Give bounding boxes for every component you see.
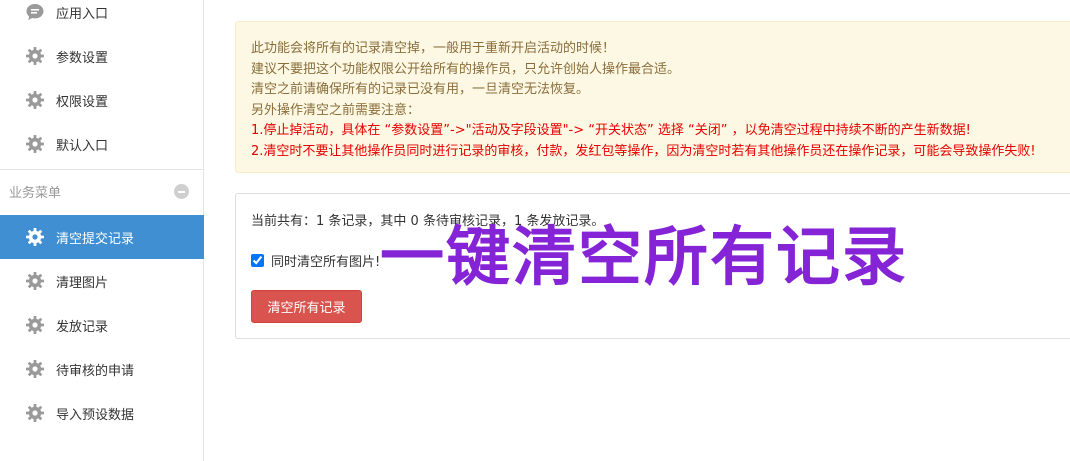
- notice-line: 此功能会将所有的记录清空掉，一般用于重新开启活动的时候！: [251, 41, 616, 56]
- overlay-title: 一键清空所有记录: [380, 221, 908, 295]
- sidebar-item-label: 清空提交记录: [56, 231, 135, 247]
- gear-icon: [24, 45, 46, 67]
- gear-icon: [24, 133, 46, 155]
- sidebar-item-label: 发放记录: [56, 319, 109, 335]
- sidebar-item-import-preset-data[interactable]: 导入预设数据: [0, 391, 204, 435]
- gear-icon: [24, 270, 46, 292]
- notice-warning: 2.清空时不要让其他操作员同时进行记录的审核，付款，发红包等操作，因为清空时若有…: [251, 143, 1036, 159]
- sidebar-item-label: 默认入口: [56, 138, 109, 154]
- notice-warning: 1.停止掉活动，具体在 “参数设置”->"活动及字段设置"-> “开关状态” 选…: [251, 123, 971, 138]
- sidebar-item-label: 应用入口: [56, 6, 109, 22]
- notice-line: 另外操作清空之前需要注意：: [251, 102, 421, 118]
- sidebar-item-parameter-settings[interactable]: 参数设置: [0, 34, 204, 78]
- sidebar-section-business-menu[interactable]: 业务菜单: [0, 169, 204, 213]
- clear-all-records-button[interactable]: 清空所有记录: [251, 290, 362, 323]
- sidebar-item-clear-submissions[interactable]: 清空提交记录: [0, 215, 204, 259]
- sidebar-item-pending-applications[interactable]: 待审核的申请: [0, 347, 204, 391]
- sidebar-item-label: 待审核的申请: [56, 363, 135, 379]
- sidebar-item-permission-settings[interactable]: 权限设置: [0, 78, 204, 122]
- sidebar-item-payout-records[interactable]: 发放记录: [0, 303, 204, 347]
- warning-notice: 此功能会将所有的记录清空掉，一般用于重新开启活动的时候！ 建议不要把这个功能权限…: [235, 21, 1070, 173]
- sidebar-item-label: 导入预设数据: [56, 407, 135, 423]
- notice-line: 清空之前请确保所有的记录已没有用，一旦清空无法恢复。: [251, 82, 590, 97]
- sidebar-item-default-entry[interactable]: 默认入口: [0, 122, 204, 166]
- clear-images-option[interactable]: 同时清空所有图片!: [251, 251, 380, 270]
- gear-icon: [24, 358, 46, 380]
- sidebar-item-label: 权限设置: [56, 94, 109, 110]
- sidebar-item-label: 参数设置: [56, 50, 109, 66]
- gear-icon: [24, 89, 46, 111]
- gear-icon: [24, 402, 46, 424]
- sidebar-item-label: 清理图片: [56, 275, 109, 291]
- sidebar: 应用入口 参数设置 权限设置 默认入口 业务菜单 清空提交记录 清理图片 发放记…: [0, 0, 204, 461]
- sidebar-item-clear-images[interactable]: 清理图片: [0, 259, 204, 303]
- chat-bubble-icon: [24, 1, 46, 23]
- gear-icon: [24, 314, 46, 336]
- gear-icon: [24, 226, 46, 248]
- clear-images-checkbox[interactable]: [251, 254, 264, 267]
- collapse-icon[interactable]: [174, 184, 189, 199]
- sidebar-item-app-entry[interactable]: 应用入口: [0, 0, 204, 34]
- notice-line: 建议不要把这个功能权限公开给所有的操作员，只允许创始人操作最合适。: [251, 61, 681, 77]
- checkbox-label: 同时清空所有图片!: [271, 255, 381, 270]
- section-label: 业务菜单: [9, 186, 62, 201]
